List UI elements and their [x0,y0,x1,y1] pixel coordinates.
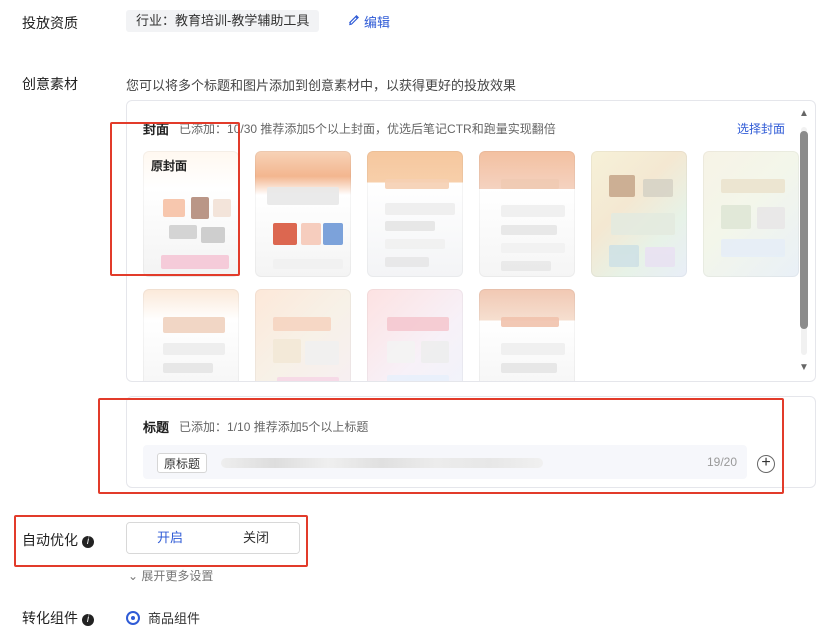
scroll-down-arrow[interactable]: ▼ [799,363,809,373]
cover-item[interactable] [591,151,687,277]
cover-item[interactable] [255,151,351,277]
cover-scrollbar[interactable]: ▲ ▼ [799,109,809,373]
cover-item[interactable] [255,289,351,381]
auto-optimize-label: 自动优化 i [22,530,94,550]
auto-optimize-off[interactable]: 关闭 [213,523,299,553]
radio-selected-icon[interactable] [126,610,140,625]
cover-item[interactable] [479,289,575,381]
original-title-tag: 原标题 [157,453,208,473]
cover-item[interactable] [479,151,575,277]
scroll-thumb[interactable] [800,131,808,329]
chevron-down-icon: ⌄ [128,569,139,583]
more-settings-label: 展开更多设置 [141,569,214,583]
cover-item[interactable]: 原封面 [143,151,239,277]
auto-optimize-label-text: 自动优化 [22,532,78,548]
cover-header: 封面 已添加：10/30 推荐添加5个以上封面，优选后笔记CTR和跑量实现翻倍 … [143,119,785,138]
cover-hint: 已添加：10/30 推荐添加5个以上封面，优选后笔记CTR和跑量实现翻倍 [179,122,556,136]
title-header: 标题 已添加：1/10 推荐添加5个以上标题 [143,417,368,436]
info-icon[interactable]: i [82,614,94,626]
title-text-masked [221,458,543,468]
industry-tag: 行业：教育培训-教学辅助工具 [126,10,320,32]
qualification-label: 投放资质 [22,15,78,31]
cover-item[interactable] [703,151,799,277]
cover-item[interactable] [367,151,463,277]
conversion-label: 转化组件 i [22,608,94,628]
cover-item[interactable] [143,289,239,381]
pencil-icon [348,14,360,29]
creative-material-label: 创意素材 [22,76,78,92]
cover-panel: 封面 已添加：10/30 推荐添加5个以上封面，优选后笔记CTR和跑量实现翻倍 … [126,100,816,382]
title-section-title: 标题 [143,420,170,435]
conversion-radio[interactable]: 商品组件 [126,608,200,627]
title-section-hint: 已添加：1/10 推荐添加5个以上标题 [179,420,369,434]
cover-item[interactable] [367,289,463,381]
auto-optimize-on[interactable]: 开启 [127,523,214,553]
cover-grid: 原封面 [143,151,799,381]
scroll-up-arrow[interactable]: ▲ [799,109,809,119]
title-char-count: 19/20 [706,455,737,469]
choose-cover-button[interactable]: 选择封面 [737,120,785,137]
add-title-icon[interactable]: + [757,455,775,473]
conversion-option-label: 商品组件 [148,611,201,626]
more-settings[interactable]: ⌄ 展开更多设置 [128,567,213,584]
edit-button[interactable]: 编辑 [348,12,390,31]
title-panel: 标题 已添加：1/10 推荐添加5个以上标题 原标题 19/20 + [126,396,816,488]
info-icon[interactable]: i [82,536,94,548]
edit-label: 编辑 [364,15,391,30]
conversion-label-text: 转化组件 [22,610,78,626]
title-input-row[interactable]: 原标题 19/20 [143,445,747,479]
creative-description: 您可以将多个标题和图片添加到创意素材中，以获得更好的投放效果 [126,78,517,93]
auto-optimize-toggle[interactable]: 开启 关闭 [126,522,300,554]
cover-title: 封面 [143,122,170,137]
